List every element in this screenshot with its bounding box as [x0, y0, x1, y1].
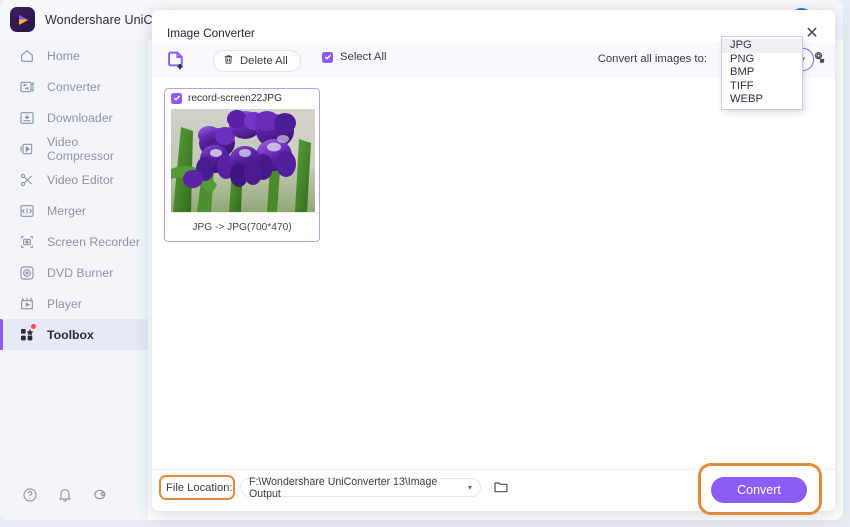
file-thumbnail — [171, 109, 315, 212]
gift-icon[interactable] — [92, 486, 109, 508]
sidebar-item-player[interactable]: Player — [0, 288, 148, 319]
dvd-burner-icon — [18, 264, 35, 281]
file-card-header: record-screen22JPG — [165, 89, 319, 107]
dialog-footer: File Location: F:\Wondershare UniConvert… — [152, 463, 835, 515]
add-file-icon[interactable] — [162, 47, 190, 74]
sidebar-item-label: Downloader — [47, 110, 113, 125]
checkbox-checked-icon — [322, 51, 333, 63]
sidebar-item-label: Home — [47, 48, 80, 63]
file-card[interactable]: record-screen22JPG JPG -> JPG(700*470) — [164, 88, 320, 242]
folder-icon[interactable] — [492, 478, 510, 496]
sidebar-item-label: Screen Recorder — [47, 234, 140, 249]
format-option-bmp[interactable]: BMP — [722, 66, 802, 80]
converter-icon — [18, 78, 35, 95]
sidebar-item-screen-recorder[interactable]: Screen Recorder — [0, 226, 148, 257]
brand: Wondershare UniCon — [10, 7, 167, 32]
format-option-png[interactable]: PNG — [722, 53, 802, 67]
sidebar-item-label: Video Compressor — [47, 134, 114, 163]
bell-icon[interactable] — [57, 487, 73, 508]
screen-recorder-icon — [18, 233, 35, 250]
sidebar-item-merger[interactable]: Merger — [0, 195, 148, 226]
file-location-input[interactable]: F:\Wondershare UniConverter 13\Image Out… — [240, 475, 481, 500]
scissors-icon — [18, 171, 35, 188]
sidebar-item-label: Converter — [47, 79, 101, 94]
wondershare-play-logo-icon — [10, 7, 35, 32]
sidebar-item-toolbox[interactable]: Toolbox — [0, 319, 148, 350]
toolbox-badge — [31, 324, 36, 329]
sidebar-item-converter[interactable]: Converter — [0, 71, 148, 102]
convert-button[interactable]: Convert — [711, 477, 807, 503]
format-option-webp[interactable]: WEBP — [722, 93, 802, 107]
dialog-title: Image Converter — [167, 26, 255, 40]
trash-icon — [223, 54, 234, 68]
select-all-label: Select All — [340, 51, 387, 63]
close-icon[interactable]: ✕ — [801, 23, 823, 45]
help-icon[interactable] — [22, 487, 38, 508]
sidebar-item-home[interactable]: Home — [0, 40, 148, 71]
sidebar-item-label: DVD Burner — [47, 265, 114, 280]
file-location-label: File Location: — [166, 482, 233, 494]
sidebar-item-label: Toolbox — [47, 327, 94, 342]
settings-gear-icon[interactable] — [809, 49, 828, 68]
chevron-down-icon: ▾ — [467, 483, 472, 492]
image-converter-dialog: Image Converter ✕ Delete All Select All … — [152, 10, 835, 515]
sidebar-item-dvd-burner[interactable]: DVD Burner — [0, 257, 148, 288]
merger-icon — [18, 202, 35, 219]
file-list: record-screen22JPG JPG -> JPG(700*470) — [152, 78, 835, 470]
sidebar: Home Converter Downloader Video Compress… — [0, 40, 148, 520]
sidebar-item-video-compressor[interactable]: Video Compressor — [0, 133, 148, 164]
sidebar-item-downloader[interactable]: Downloader — [0, 102, 148, 133]
file-name: record-screen22JPG — [188, 92, 282, 104]
format-option-jpg[interactable]: JPG — [722, 39, 802, 53]
delete-all-label: Delete All — [240, 55, 288, 67]
sidebar-item-video-editor[interactable]: Video Editor — [0, 164, 148, 195]
file-location-value: F:\Wondershare UniConverter 13\Image Out… — [249, 475, 438, 500]
compressor-icon — [18, 140, 35, 157]
sidebar-item-label: Video Editor — [47, 172, 114, 187]
output-format-menu[interactable]: JPG PNG BMP TIFF WEBP — [721, 36, 803, 110]
player-icon — [18, 295, 35, 312]
sidebar-bottom-bar — [0, 474, 170, 520]
delete-all-button[interactable]: Delete All — [213, 50, 301, 72]
format-option-tiff[interactable]: TIFF — [722, 80, 802, 94]
sidebar-item-label: Merger — [47, 203, 86, 218]
download-icon — [18, 109, 35, 126]
convert-all-images-to-label: Convert all images to: — [597, 53, 707, 65]
file-checkbox-checked-icon[interactable] — [171, 92, 182, 104]
select-all-checkbox[interactable]: Select All — [322, 51, 386, 63]
brand-name: Wondershare UniCon — [45, 12, 167, 27]
home-icon — [18, 47, 35, 64]
file-conversion-info: JPG -> JPG(700*470) — [165, 212, 319, 241]
sidebar-item-label: Player — [47, 296, 82, 311]
